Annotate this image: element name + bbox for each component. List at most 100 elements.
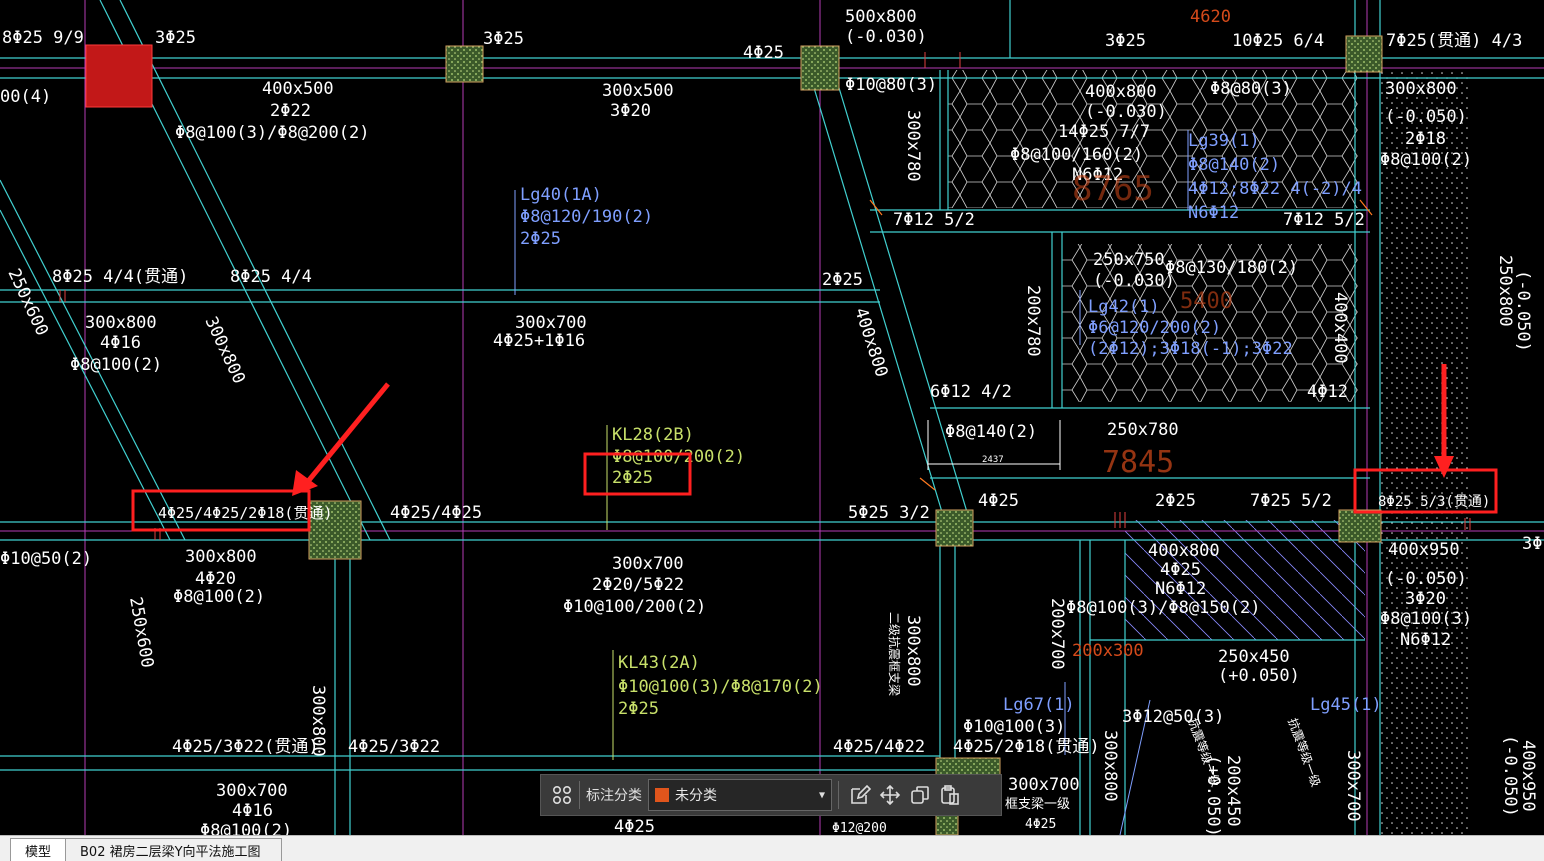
label: N6Φ12 [1400, 630, 1451, 650]
label: 3Φ12@50(3) [1122, 707, 1224, 727]
label: (2Φ12);3Φ18(-1);3Φ22 [1088, 339, 1293, 359]
label: 3Φ25 [483, 29, 524, 49]
label: Φ8@80(3) [1210, 79, 1292, 99]
label: Φ10@50(2) [0, 549, 92, 569]
label: 250x600 [125, 595, 157, 669]
label: 3Φ20 [610, 101, 651, 121]
label: 4Φ25+1Φ16 [493, 331, 585, 351]
label: (+0.050) [1218, 666, 1300, 686]
label: 8Φ25 4/4(贯通) [52, 267, 188, 287]
label: Φ8@100/160(2) [1010, 145, 1143, 165]
label: N6Φ12 [1155, 579, 1206, 599]
label: 2Φ22 [270, 101, 311, 121]
label: 300x800 [200, 314, 248, 387]
label: 4Φ25 [1025, 817, 1056, 832]
label: 4Φ25/4Φ25/2Φ18(贯通) [158, 504, 333, 522]
label: 4Φ12 [1307, 382, 1348, 402]
label: Lg45(1) [1310, 695, 1382, 715]
paste-icon[interactable] [935, 780, 965, 810]
label: Φ10@100(3) [963, 717, 1065, 737]
move-icon[interactable] [875, 780, 905, 810]
annotation-toolbar: 标注分类 未分类 ▼ [540, 774, 1002, 816]
label: 5400 [1180, 289, 1233, 314]
label: Φ8@140(2) [1188, 155, 1280, 175]
label: Φ8@100(2) [70, 355, 162, 375]
label: 2437 [982, 455, 1004, 465]
label: 4Φ25/3Φ22 [348, 737, 440, 757]
label: 8Φ25 4/4 [230, 267, 312, 287]
label: (-0.030) [845, 27, 927, 47]
label: 4620 [1190, 7, 1231, 27]
label: 2Φ25 [612, 468, 653, 488]
label: 300x500 [602, 81, 674, 101]
label: Lg42(1) [1088, 297, 1160, 317]
label: 7Φ12 5/2 [1283, 210, 1365, 230]
label: 4Φ25/2Φ18(贯通) [953, 737, 1100, 757]
label: Φ8@120/190(2) [520, 207, 653, 227]
label: 250x800 [1495, 255, 1515, 327]
label: Φ8@100(2) [200, 821, 292, 835]
copy-icon[interactable] [905, 780, 935, 810]
label: 300x800 [85, 313, 157, 333]
label: (-0.050) [1385, 569, 1467, 589]
label: Φ10@80(3) [845, 75, 937, 95]
label: 200x450 [1223, 755, 1243, 827]
label: Φ8@100(2) [1380, 150, 1472, 170]
label: Φ8@100(3)/Φ8@200(2) [175, 123, 369, 143]
label: Lg67(1) [1003, 695, 1075, 715]
label: 4Φ20 [195, 569, 236, 589]
label: (-0.030) [1085, 102, 1167, 122]
label: (-0.050) [1500, 735, 1520, 817]
label: Lg39(1) [1188, 131, 1260, 151]
label: (-0.050) [1385, 107, 1467, 127]
label: 4Φ16 [232, 801, 273, 821]
label: Φ8@140(2) [945, 422, 1037, 442]
label: 框支梁一级 [1005, 797, 1070, 812]
label: Φ10@100/200(2) [563, 597, 706, 617]
label: 3Φ25 [155, 28, 196, 48]
label: 8Φ25 9/9 [2, 28, 84, 48]
label: (-0.050) [1513, 270, 1533, 352]
label: 300x800 [1385, 79, 1457, 99]
label: 4Φ25 [978, 491, 1019, 511]
label: 2Φ25 [520, 229, 561, 249]
edit-icon[interactable] [845, 780, 875, 810]
tab-layout-b02[interactable]: B02 裙房二层梁Y向平法施工图 [66, 838, 282, 861]
label: 4Φ25/3Φ22(贯通) [172, 737, 319, 757]
label: 200x780 [1023, 285, 1043, 357]
label: 200x700 [1047, 598, 1067, 670]
tab-model[interactable]: 模型 [10, 838, 67, 861]
label: 5Φ25 3/2 [848, 503, 930, 523]
label: 7845 [1102, 445, 1174, 480]
label: 4Φ25 [743, 43, 784, 63]
label: KL28(2B) [612, 425, 694, 445]
label: 7Φ25 5/2 [1250, 491, 1332, 511]
label: 8Φ25 5/3(贯通) [1378, 494, 1490, 510]
label: 300x700 [216, 781, 288, 801]
label: 400x950 [1388, 540, 1460, 560]
cad-drawing-canvas[interactable]: 8Φ25 9/9 3Φ25 00(4) 3Φ25 4Φ25 500x800 (-… [0, 0, 1544, 835]
label: 400x800 [850, 305, 891, 379]
label: 300x800 [1100, 730, 1120, 802]
label: 2Φ18 [1405, 129, 1446, 149]
label: Φ10@100(3)/Φ8@170(2) [618, 677, 823, 697]
grid-icon[interactable] [547, 780, 577, 810]
label: 400x800 [1085, 82, 1157, 102]
label: 300x700 [1343, 750, 1363, 822]
label: 4Φ25 [614, 817, 655, 835]
label: 14Φ25 7/7 [1058, 122, 1150, 142]
label: N6Φ12 [1188, 203, 1239, 223]
annotation-category-select[interactable]: 未分类 ▼ [648, 779, 832, 811]
label: 300x800 [903, 615, 923, 687]
label: 4Φ25 [1160, 560, 1201, 580]
label: 400x400 [1330, 292, 1350, 364]
layout-tab-bar: 模型 B02 裙房二层梁Y向平法施工图 [0, 835, 1544, 861]
toolbar-divider [838, 781, 839, 809]
label: 4Φ12;8Φ22 4(-2)/4 [1188, 179, 1362, 199]
label: 300x700 [612, 554, 684, 574]
label: (-0.030) [1093, 271, 1175, 291]
label: 8765 [1072, 169, 1154, 209]
label: Φ8@100/200(2) [612, 447, 745, 467]
label: 250x750 [1093, 250, 1165, 270]
category-color-swatch [655, 788, 669, 802]
